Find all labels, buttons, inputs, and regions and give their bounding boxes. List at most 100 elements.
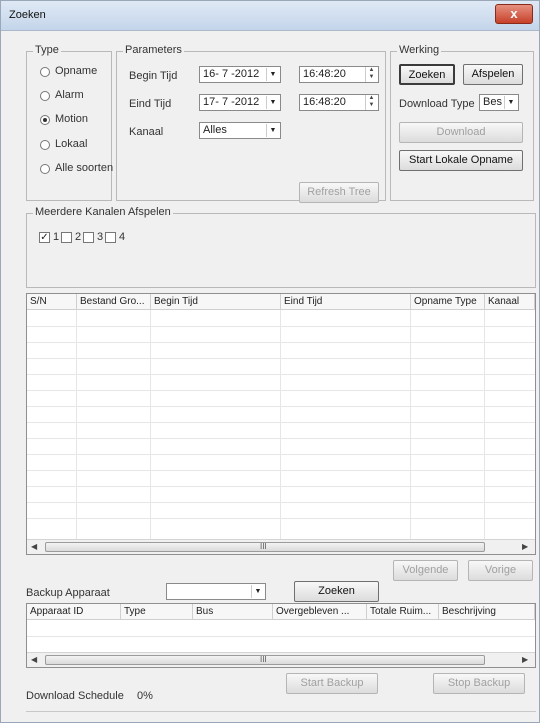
channel-label-4: 4 — [119, 231, 126, 243]
table-row-line — [27, 502, 535, 503]
scroll-thumb[interactable]: III — [45, 542, 485, 552]
type-radio-opname[interactable] — [40, 67, 50, 77]
type-group-legend: Type — [33, 44, 61, 56]
end-date-picker[interactable]: 17- 7 -2012 ▼ — [199, 94, 281, 111]
table-row-line — [27, 486, 535, 487]
backup-device-table[interactable]: Apparaat ID Type Bus Overgebleven ... To… — [26, 603, 536, 668]
table-row-line — [27, 438, 535, 439]
scroll-thumb[interactable]: III — [45, 655, 485, 665]
end-date-value: 17- 7 -2012 — [203, 96, 260, 108]
channel-select[interactable]: Alles ▼ — [199, 122, 281, 139]
download-type-select[interactable]: Bes ▼ — [479, 94, 519, 111]
multi-channel-legend: Meerdere Kanalen Afspelen — [33, 206, 173, 218]
col-header-bus[interactable]: Bus — [193, 604, 273, 620]
begin-time-label: Begin Tijd — [129, 70, 178, 82]
table-row-line — [27, 326, 535, 327]
download-type-value: Bes — [483, 96, 502, 108]
refresh-tree-button[interactable]: Refresh Tree — [299, 182, 379, 203]
table-row-line — [27, 470, 535, 471]
scroll-left-icon[interactable]: ◀ — [31, 542, 37, 551]
grid-line — [410, 310, 411, 540]
table-row-line — [27, 358, 535, 359]
type-radio-motion[interactable] — [40, 115, 50, 125]
grip-icon: III — [260, 542, 267, 551]
col-header-remaining[interactable]: Overgebleven ... — [273, 604, 367, 620]
chevron-down-icon[interactable]: ▼ — [266, 124, 279, 137]
chevron-down-icon[interactable]: ▼ — [266, 96, 279, 109]
channel-value: Alles — [203, 124, 227, 136]
channel-label: Kanaal — [129, 126, 164, 138]
grid-line — [150, 310, 151, 540]
results-table[interactable]: S/N Bestand Gro... Begin Tijd Eind Tijd … — [26, 293, 536, 555]
col-header-record-type[interactable]: Opname Type — [411, 294, 485, 310]
table-row-line — [27, 342, 535, 343]
start-local-recording-button[interactable]: Start Lokale Opname — [399, 150, 523, 171]
channel-checkbox-2[interactable] — [61, 232, 72, 243]
col-header-begin-time[interactable]: Begin Tijd — [151, 294, 281, 310]
search-button[interactable]: Zoeken — [399, 64, 455, 85]
type-radio-lokaal[interactable] — [40, 140, 50, 150]
channel-checkbox-3[interactable] — [83, 232, 94, 243]
channel-checkbox-1[interactable]: ✓ — [39, 232, 50, 243]
check-icon: ✓ — [40, 232, 49, 243]
spin-arrows-icon[interactable]: ▲ ▼ — [365, 95, 377, 110]
end-time-spinner[interactable]: 16:48:20 ▲ ▼ — [299, 94, 379, 111]
download-button[interactable]: Download — [399, 122, 523, 143]
type-label-alle: Alle soorten — [55, 162, 114, 174]
begin-time-spinner[interactable]: 16:48:20 ▲ ▼ — [299, 66, 379, 83]
table-row-line — [27, 636, 535, 637]
begin-time-value: 16:48:20 — [303, 68, 346, 80]
spin-down-icon[interactable]: ▼ — [369, 102, 375, 108]
divider — [26, 711, 536, 712]
end-time-label: Eind Tijd — [129, 98, 172, 110]
backup-search-button[interactable]: Zoeken — [294, 581, 379, 602]
spin-up-icon[interactable]: ▲ — [369, 67, 375, 73]
table-row-line — [27, 390, 535, 391]
col-header-sn[interactable]: S/N — [27, 294, 77, 310]
spin-arrows-icon[interactable]: ▲ ▼ — [365, 67, 377, 82]
backup-device-select[interactable]: ▼ — [166, 583, 266, 600]
channel-label-1: 1 — [53, 231, 60, 243]
spin-down-icon[interactable]: ▼ — [369, 74, 375, 80]
table-row-line — [27, 374, 535, 375]
results-table-header: S/N Bestand Gro... Begin Tijd Eind Tijd … — [27, 294, 535, 310]
type-radio-alle[interactable] — [40, 164, 50, 174]
close-button[interactable]: x — [495, 4, 533, 24]
results-horizontal-scrollbar[interactable]: ◀ III ▶ — [27, 539, 535, 554]
next-page-button[interactable]: Volgende — [393, 560, 458, 581]
type-label-opname: Opname — [55, 65, 98, 77]
playback-button[interactable]: Afspelen — [463, 64, 523, 85]
col-header-device-id[interactable]: Apparaat ID — [27, 604, 121, 620]
search-window: Zoeken x Type Opname Alarm Motion Lokaal… — [0, 0, 540, 723]
col-header-description[interactable]: Beschrijving — [439, 604, 535, 620]
chevron-down-icon[interactable]: ▼ — [266, 68, 279, 81]
type-group: Type Opname Alarm Motion Lokaal Alle soo… — [26, 44, 114, 201]
stop-backup-button[interactable]: Stop Backup — [433, 673, 525, 694]
parameters-group: Parameters Begin Tijd 16- 7 -2012 ▼ 16:48… — [116, 44, 386, 203]
scroll-right-icon[interactable]: ▶ — [522, 655, 528, 664]
col-header-channel[interactable]: Kanaal — [485, 294, 535, 310]
type-label-lokaal: Lokaal — [55, 138, 88, 150]
operation-group-legend: Werking — [397, 44, 442, 56]
type-radio-alarm[interactable] — [40, 91, 50, 101]
col-header-end-time[interactable]: Eind Tijd — [281, 294, 411, 310]
col-header-file-size[interactable]: Bestand Gro... — [77, 294, 151, 310]
spin-up-icon[interactable]: ▲ — [369, 95, 375, 101]
download-schedule-value: 0% — [137, 690, 153, 702]
col-header-total-space[interactable]: Totale Ruim... — [367, 604, 439, 620]
chevron-down-icon[interactable]: ▼ — [504, 96, 517, 109]
grid-line — [280, 310, 281, 540]
col-header-type[interactable]: Type — [121, 604, 193, 620]
parameters-group-legend: Parameters — [123, 44, 184, 56]
chevron-down-icon[interactable]: ▼ — [251, 585, 264, 598]
previous-page-button[interactable]: Vorige — [468, 560, 533, 581]
begin-date-picker[interactable]: 16- 7 -2012 ▼ — [199, 66, 281, 83]
channel-label-2: 2 — [75, 231, 82, 243]
channel-checkbox-4[interactable] — [105, 232, 116, 243]
scroll-right-icon[interactable]: ▶ — [522, 542, 528, 551]
download-type-label: Download Type — [399, 98, 475, 110]
start-backup-button[interactable]: Start Backup — [286, 673, 378, 694]
backup-horizontal-scrollbar[interactable]: ◀ III ▶ — [27, 652, 535, 667]
grip-icon: III — [260, 655, 267, 664]
scroll-left-icon[interactable]: ◀ — [31, 655, 37, 664]
